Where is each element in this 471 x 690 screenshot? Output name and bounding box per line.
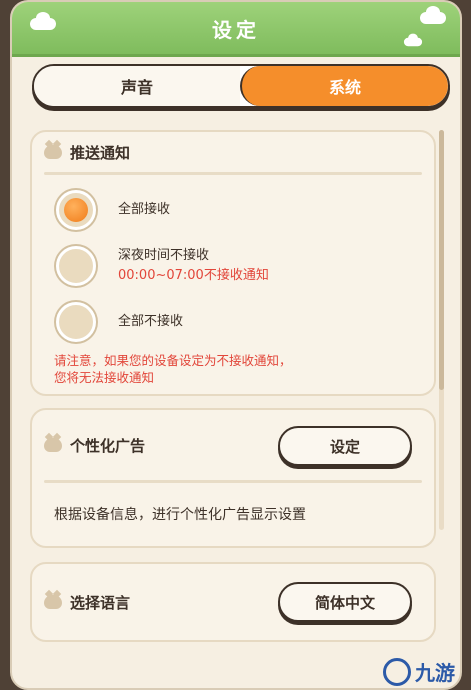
divider xyxy=(44,172,422,175)
option-receive-none[interactable]: 全部不接收 xyxy=(56,302,183,342)
warning-text: 请注意，如果您的设备设定为不接收通知， 您将无法接收通知 xyxy=(54,352,292,386)
option-sublabel: 00:00~07:00不接收通知 xyxy=(118,268,269,283)
option-label: 全部不接收 xyxy=(118,314,184,329)
ads-settings-button[interactable]: 设定 xyxy=(278,426,412,466)
push-notification-section: 推送通知 全部接收 深夜时间不接收 00:00~07:00不接收通知 全部不接收… xyxy=(30,130,436,396)
radio-button[interactable] xyxy=(56,246,96,286)
language-section: 选择语言 简体中文 xyxy=(30,562,436,642)
scrollbar-thumb[interactable] xyxy=(439,130,444,390)
ads-description: 根据设备信息，进行个性化广告显示设置 xyxy=(54,507,306,523)
cat-icon xyxy=(44,145,62,159)
language-section-title: 选择语言 xyxy=(70,593,131,612)
cat-icon xyxy=(44,595,62,609)
option-label: 全部接收 xyxy=(118,202,171,217)
watermark-logo-icon xyxy=(383,657,411,686)
cat-icon xyxy=(44,438,62,452)
watermark-text: 九游 xyxy=(415,661,455,685)
page-title: 设定 xyxy=(212,17,260,42)
warning-line: 您将无法接收通知 xyxy=(54,370,155,385)
option-no-night[interactable]: 深夜时间不接收 00:00~07:00不接收通知 xyxy=(56,246,269,286)
header-bar: 设定 xyxy=(12,2,460,57)
cloud-icon xyxy=(403,33,423,47)
cloud-icon xyxy=(30,12,56,30)
divider xyxy=(44,480,422,483)
option-label: 深夜时间不接收 xyxy=(118,248,210,263)
watermark: 九游 xyxy=(383,657,455,686)
push-section-header: 推送通知 xyxy=(32,132,434,172)
tab-sound[interactable]: 声音 xyxy=(34,66,240,106)
cloud-icon xyxy=(420,6,446,24)
push-section-title: 推送通知 xyxy=(70,143,131,162)
settings-panel: 设定 声音 系统 推送通知 全部接收 深夜时间不接收 00:00~07:00不接… xyxy=(10,0,462,690)
tab-system[interactable]: 系统 xyxy=(240,66,448,106)
tab-bar: 声音 系统 xyxy=(32,64,450,108)
warning-line: 请注意，如果您的设备设定为不接收通知， xyxy=(54,353,292,368)
personalized-ads-section: 个性化广告 设定 根据设备信息，进行个性化广告显示设置 xyxy=(30,408,436,548)
radio-button[interactable] xyxy=(56,302,96,342)
option-receive-all[interactable]: 全部接收 xyxy=(56,190,170,230)
language-select-button[interactable]: 简体中文 xyxy=(278,582,412,622)
radio-button-selected[interactable] xyxy=(56,190,96,230)
ads-section-title: 个性化广告 xyxy=(70,436,146,455)
